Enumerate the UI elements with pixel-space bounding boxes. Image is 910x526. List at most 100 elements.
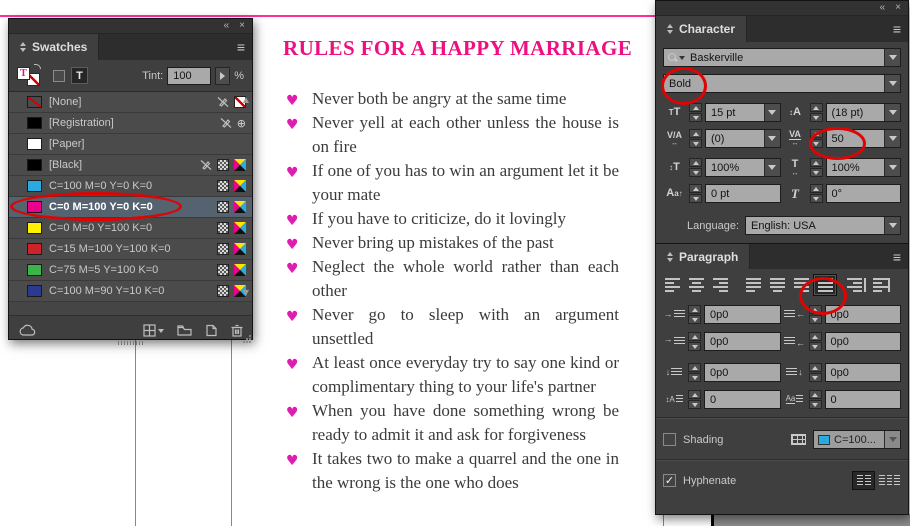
last-line-indent-input[interactable]: 0p0 (824, 332, 901, 351)
drop-cap-lines-icon: ↕A (663, 395, 685, 404)
chevron-down-icon[interactable] (884, 431, 900, 448)
chevron-down-icon[interactable] (884, 217, 900, 234)
drop-cap-lines-input[interactable]: 0 (704, 390, 781, 409)
close-icon[interactable]: × (895, 3, 901, 13)
panel-menu-icon[interactable]: ≡ (893, 21, 901, 37)
new-color-group-folder-icon[interactable] (177, 324, 192, 336)
font-family-select[interactable]: Baskerville (663, 48, 901, 67)
swatch-chip (27, 222, 42, 234)
chevron-down-icon[interactable] (884, 130, 900, 147)
column-guide (663, 514, 664, 526)
annotation-circle-justify-all (799, 277, 847, 315)
formatting-affects-container-button[interactable] (53, 69, 65, 82)
chevron-down-icon[interactable] (884, 75, 900, 92)
left-indent-input[interactable]: 0p0 (704, 305, 781, 324)
chevron-down-icon[interactable] (763, 130, 780, 147)
drop-cap-lines-stepper[interactable] (688, 390, 701, 409)
justify-last-left-button[interactable] (741, 274, 765, 296)
shading-color-select[interactable]: C=100... (813, 430, 901, 449)
first-line-indent-stepper[interactable] (688, 332, 701, 351)
chevron-down-icon[interactable] (763, 159, 780, 176)
chevron-down-icon[interactable] (884, 104, 900, 121)
font-size-input[interactable]: 15 pt (705, 103, 781, 122)
formatting-affects-text-button[interactable]: T (71, 67, 88, 84)
tint-input[interactable]: 100 (167, 66, 212, 85)
scroll-down-icon[interactable]: ▼ (243, 288, 249, 297)
vertical-scale-stepper[interactable] (689, 158, 702, 177)
swatches-tabstrip: Swatches ≡ (9, 34, 252, 60)
leading-stepper[interactable] (809, 103, 823, 122)
collapse-panel-icon[interactable]: « (224, 21, 230, 31)
swatch-row-yellow[interactable]: C=0 M=0 Y=100 K=0 (9, 218, 252, 239)
horizontal-scale-stepper[interactable] (809, 158, 823, 177)
column-guide (135, 340, 136, 526)
panel-resize-grip[interactable] (243, 335, 251, 343)
last-line-indent-stepper[interactable] (808, 332, 822, 351)
horizontal-scale-input[interactable]: 100% (825, 158, 901, 177)
language-select[interactable]: English: USA (745, 216, 901, 235)
paragraph-direction-rtl-button[interactable] (878, 471, 901, 490)
align-right-button[interactable] (708, 274, 732, 296)
shading-swatch-chip (818, 434, 830, 445)
swatch-row-red[interactable]: C=15 M=100 Y=100 K=0 (9, 239, 252, 260)
chevron-down-icon[interactable] (884, 159, 900, 176)
space-after-stepper[interactable] (808, 363, 822, 382)
chevron-down-icon[interactable] (763, 104, 780, 121)
new-swatch-icon[interactable] (205, 324, 218, 337)
drop-cap-characters-stepper[interactable] (808, 390, 822, 409)
vertical-scale-icon: ↕T (669, 161, 680, 173)
list-item: ♥ Never both be angry at the same time (283, 87, 619, 111)
hyphenate-checkbox[interactable]: ✓ (663, 474, 676, 487)
baseline-shift-input[interactable]: 0 pt (705, 184, 781, 203)
swatch-row-registration[interactable]: [Registration] ⊕ (9, 113, 252, 134)
swatch-row-none[interactable]: [None] (9, 92, 252, 113)
swatch-row-paper[interactable]: [Paper] (9, 134, 252, 155)
cc-libraries-cloud-icon[interactable] (18, 324, 37, 337)
first-line-indent-input[interactable]: 0p0 (704, 332, 781, 351)
tab-paragraph[interactable]: Paragraph (656, 244, 751, 269)
font-size-stepper[interactable] (689, 103, 702, 122)
space-before-stepper[interactable] (688, 363, 701, 382)
drop-cap-characters-input[interactable]: 0 (824, 390, 901, 409)
space-before-input[interactable]: 0p0 (704, 363, 781, 382)
kerning-input[interactable]: (0) (705, 129, 781, 148)
left-indent-stepper[interactable] (688, 305, 701, 324)
align-left-button[interactable] (660, 274, 684, 296)
align-towards-spine-button[interactable] (845, 274, 869, 296)
panel-menu-icon[interactable]: ≡ (237, 39, 245, 55)
skew-stepper[interactable] (809, 184, 823, 203)
baseline-shift-stepper[interactable] (689, 184, 702, 203)
align-away-from-spine-button[interactable] (869, 274, 893, 296)
tab-swatches[interactable]: Swatches (9, 34, 100, 60)
panel-menu-icon[interactable]: ≡ (893, 249, 901, 265)
swatches-panel-titlebar: « × (9, 19, 252, 34)
vertical-scale-input[interactable]: 100% (705, 158, 781, 177)
space-after-input[interactable]: 0p0 (824, 363, 901, 382)
kerning-stepper[interactable] (689, 129, 702, 148)
swatch-row-black[interactable]: [Black] (9, 155, 252, 176)
heart-bullet-icon: ♥ (286, 213, 299, 229)
scroll-up-icon[interactable]: ▲ (243, 95, 249, 104)
baseline-shift-icon: Aa↑ (666, 187, 683, 199)
fill-stroke-proxy-icon[interactable]: T (17, 64, 41, 87)
justify-last-center-button[interactable] (765, 274, 789, 296)
skew-input[interactable]: 0° (825, 184, 901, 203)
chevron-down-icon[interactable] (884, 49, 900, 66)
panel-drag-handle[interactable] (117, 341, 144, 345)
trash-icon[interactable] (231, 324, 243, 337)
close-icon[interactable]: × (239, 21, 245, 31)
swatch-row-blue[interactable]: C=100 M=90 Y=10 K=0 (9, 281, 252, 302)
document-text-frame[interactable]: RULES FOR A HAPPY MARRIAGE ♥ Never both b… (283, 36, 632, 495)
shading-checkbox[interactable] (663, 433, 676, 446)
paragraph-direction-ltr-button[interactable] (852, 471, 875, 490)
font-size-icon: TT (668, 106, 681, 118)
tab-character[interactable]: Character (656, 16, 748, 42)
panel-collapse-icon (667, 251, 673, 262)
collapse-panel-icon[interactable]: « (880, 3, 886, 13)
swatch-row-green[interactable]: C=75 M=5 Y=100 K=0 (9, 260, 252, 281)
swatch-views-button[interactable] (143, 323, 164, 337)
pasteboard (714, 514, 910, 526)
align-center-button[interactable] (684, 274, 708, 296)
tint-dropdown-button[interactable] (215, 66, 231, 85)
leading-input[interactable]: (18 pt) (825, 103, 901, 122)
